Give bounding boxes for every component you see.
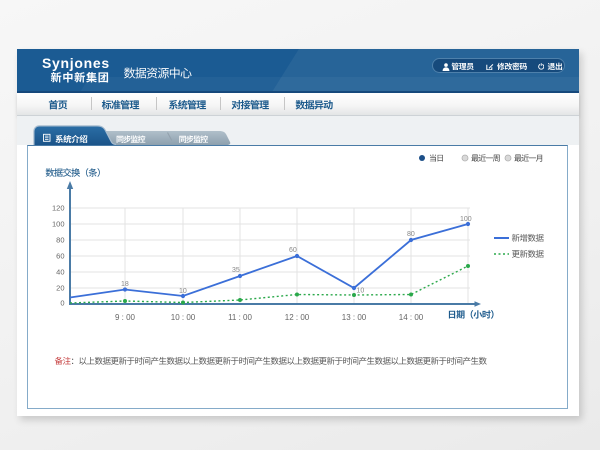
svg-text:10: 10 — [179, 288, 187, 295]
svg-text:0: 0 — [60, 299, 64, 308]
svg-text:120: 120 — [52, 204, 65, 213]
svg-text:100: 100 — [52, 220, 65, 229]
svg-text:18: 18 — [121, 281, 129, 288]
svg-text:80: 80 — [407, 231, 415, 238]
svg-text:13 : 00: 13 : 00 — [342, 313, 367, 322]
svg-text:40: 40 — [56, 268, 64, 277]
svg-text:20: 20 — [56, 284, 64, 293]
svg-text:10 : 00: 10 : 00 — [171, 313, 196, 322]
svg-text:80: 80 — [56, 236, 64, 245]
svg-text:9 : 00: 9 : 00 — [115, 313, 136, 322]
svg-text:12 : 00: 12 : 00 — [285, 313, 310, 322]
svg-text:100: 100 — [460, 216, 472, 223]
svg-text:60: 60 — [56, 252, 64, 261]
svg-text:10: 10 — [357, 288, 365, 295]
svg-text:60: 60 — [289, 247, 297, 254]
svg-text:11 : 00: 11 : 00 — [228, 313, 252, 322]
svg-text:35: 35 — [232, 267, 240, 274]
svg-text:14 : 00: 14 : 00 — [399, 313, 424, 322]
